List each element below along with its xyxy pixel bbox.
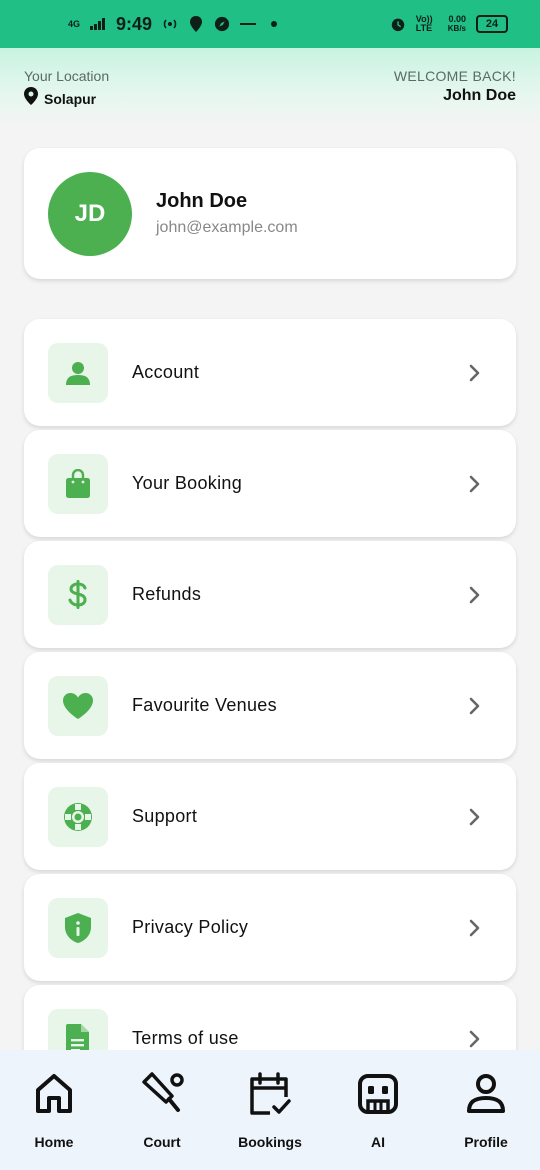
menu-label: Your Booking	[132, 473, 243, 493]
compass-icon	[214, 16, 230, 32]
menu-item-favourite-venues[interactable]: Favourite Venues	[24, 652, 516, 759]
battery-icon: 24	[476, 15, 508, 33]
minus-icon	[240, 16, 257, 32]
profile-name: John Doe	[156, 190, 248, 212]
chevron-right-icon	[468, 585, 482, 605]
nav-label: Bookings	[238, 1134, 302, 1150]
speed-value: 0.00	[448, 14, 466, 24]
chevron-right-icon	[468, 363, 482, 383]
menu-item-your-booking[interactable]: Your Booking	[24, 430, 516, 537]
nav-label: Home	[34, 1134, 74, 1150]
welcome-block: WELCOME BACK! John Doe	[394, 68, 516, 126]
shopping-bag-icon	[48, 453, 108, 514]
menu-label: Support	[132, 806, 198, 826]
menu-label: Privacy Policy	[132, 917, 249, 937]
chevron-right-icon	[468, 474, 482, 494]
welcome-name: John Doe	[443, 87, 516, 104]
menu-label: Favourite Venues	[132, 695, 277, 715]
chevron-right-icon	[468, 918, 482, 938]
location-pin-icon	[24, 87, 38, 110]
dollar-icon	[48, 564, 108, 625]
welcome-label: WELCOME BACK!	[393, 68, 516, 84]
profile-card[interactable]: JD John Doe john@example.com	[24, 148, 516, 279]
menu-item-privacy-policy[interactable]: Privacy Policy	[24, 874, 516, 981]
home-icon	[32, 1072, 76, 1116]
bottom-nav: Home Court Bookings AI Profile	[0, 1050, 540, 1170]
signal-icon	[90, 16, 106, 32]
menu-label: Account	[132, 362, 200, 382]
nav-item-ai[interactable]: AI	[324, 1072, 432, 1170]
clock: 9:49	[116, 13, 153, 34]
nav-item-bookings[interactable]: Bookings	[216, 1072, 324, 1170]
menu-label: Refunds	[132, 584, 202, 604]
nav-label: Profile	[464, 1134, 508, 1150]
cricket-bat-icon	[140, 1072, 184, 1116]
speed-unit: KB/s	[447, 24, 466, 33]
lifebuoy-icon	[48, 786, 108, 847]
battery-level: 24	[485, 18, 499, 30]
person-icon	[48, 342, 108, 403]
robot-icon	[356, 1072, 400, 1116]
menu-label: Terms of use	[132, 1028, 239, 1048]
heart-icon	[48, 675, 108, 736]
notification-icon	[188, 16, 204, 32]
shield-icon	[48, 897, 108, 958]
profile-email: john@example.com	[156, 219, 298, 236]
profile-info: John Doe john@example.com	[156, 190, 298, 237]
nav-item-home[interactable]: Home	[0, 1072, 108, 1170]
dot-icon	[266, 16, 282, 32]
person-outline-icon	[464, 1072, 508, 1116]
location-block[interactable]: Your Location Solapur	[24, 68, 109, 126]
chevron-right-icon	[468, 1029, 482, 1049]
alarm-icon	[390, 16, 406, 32]
chevron-right-icon	[468, 696, 482, 716]
menu-item-support[interactable]: Support	[24, 763, 516, 870]
calendar-check-icon	[248, 1072, 292, 1116]
status-bar: 4G 9:49 Vo)) LTE 0.00 KB/s 24	[0, 0, 540, 48]
volte-indicator: Vo)) LTE	[415, 14, 433, 33]
profile-screen: 4G 9:49 Vo)) LTE 0.00 KB/s 24 Your Locat…	[0, 0, 540, 1170]
nav-label: Court	[143, 1134, 181, 1150]
hotspot-icon	[162, 16, 178, 32]
avatar: JD	[48, 171, 132, 256]
location-label: Your Location	[24, 68, 110, 84]
nav-label: AI	[371, 1134, 385, 1150]
menu-item-account[interactable]: Account	[24, 319, 516, 426]
net-speed: 0.00 KB/s	[447, 14, 466, 34]
location-city: Solapur	[44, 90, 97, 107]
menu-item-refunds[interactable]: Refunds	[24, 541, 516, 648]
nav-item-court[interactable]: Court	[108, 1072, 216, 1170]
nav-item-profile[interactable]: Profile	[432, 1072, 540, 1170]
chevron-right-icon	[468, 807, 482, 827]
network-type: 4G	[68, 18, 81, 29]
avatar-initials: JD	[74, 199, 106, 227]
location-header: Your Location Solapur WELCOME BACK! John…	[0, 48, 540, 126]
